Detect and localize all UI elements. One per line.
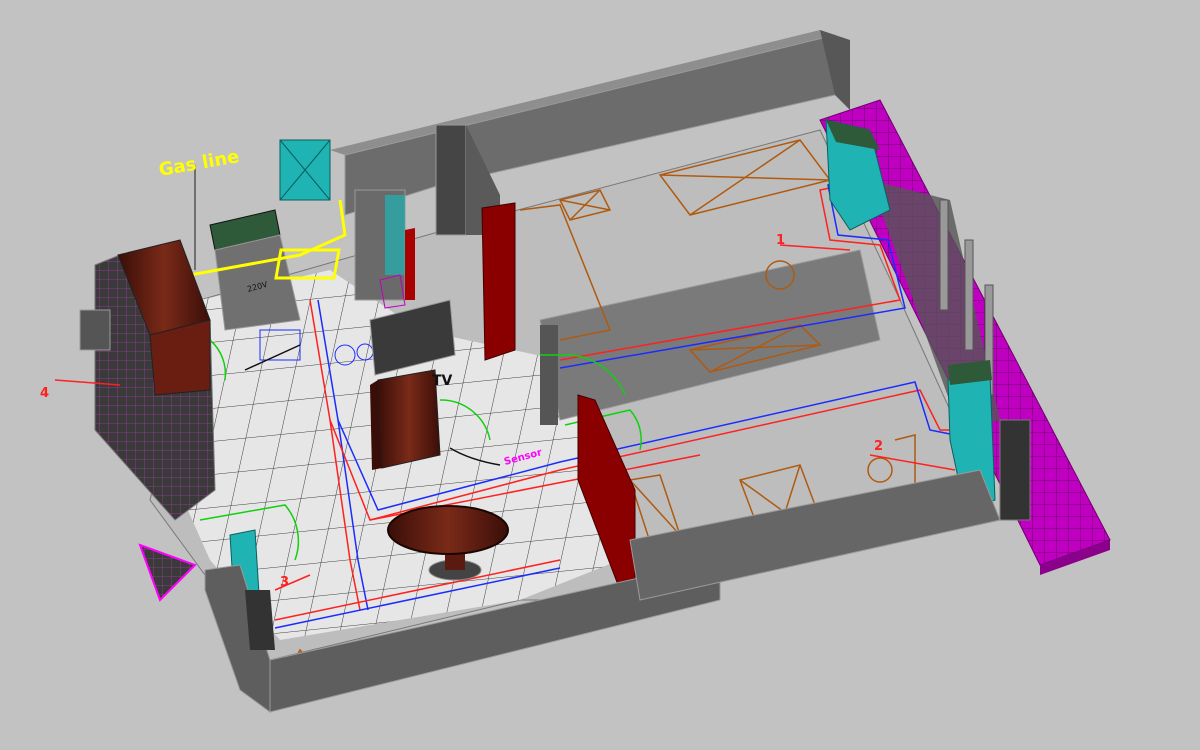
marker-4-label: 4 [40, 386, 49, 401]
floor-plan-3d-view: Gas line TV Sensor 1 2 3 4 220V [40, 30, 1111, 713]
left-wardrobe [79, 239, 216, 521]
marker-1-label: 1 [776, 233, 785, 248]
triangle-marker-icon [138, 543, 197, 602]
tv-label: TV [432, 373, 453, 389]
marker-2-label: 2 [874, 439, 883, 454]
marker-3-label: 3 [280, 575, 289, 590]
gas-line-label: Gas line [157, 146, 241, 181]
